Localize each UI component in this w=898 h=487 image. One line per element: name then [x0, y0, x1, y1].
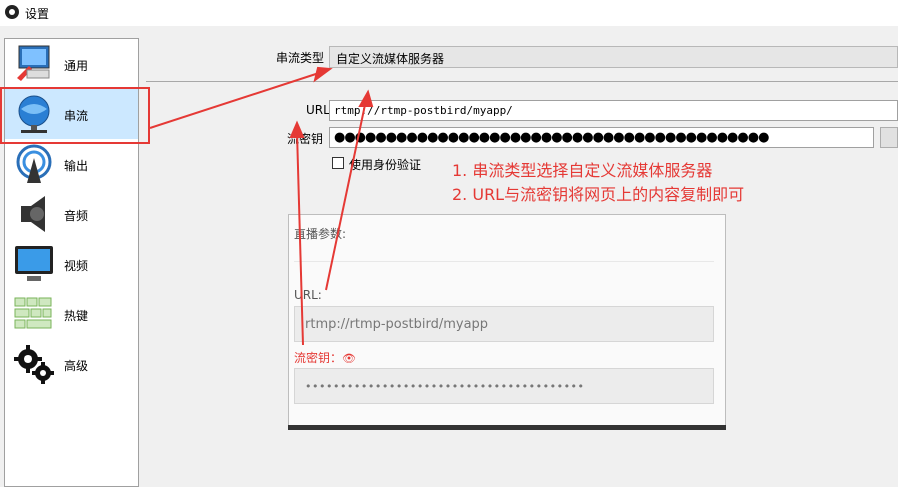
title-bar: 设置	[0, 0, 898, 26]
show-key-button[interactable]	[880, 127, 898, 148]
window-title: 设置	[25, 7, 50, 21]
sidebar-item-label: 视频	[64, 259, 89, 273]
card-url-field[interactable]: rtmp://rtmp-postbird/myapp	[294, 306, 714, 342]
obs-logo-icon	[5, 5, 19, 19]
sidebar-item-video[interactable]: 视频	[5, 239, 138, 289]
annotation-note-2: 2. URL与流密钥将网页上的内容复制即可	[452, 185, 745, 204]
url-label: URL	[306, 103, 330, 117]
section-divider	[146, 81, 898, 82]
stream-key-input[interactable]: ●●●●●●●●●●●●●●●●●●●●●●●●●●●●●●●●●●●●●●●●…	[329, 127, 874, 148]
stream-key-label: 流密钥	[287, 132, 324, 146]
arrow-head	[313, 66, 333, 83]
sidebar-item-advanced[interactable]: 高级	[5, 339, 138, 389]
stream-type-select[interactable]: 自定义流媒体服务器	[329, 46, 898, 68]
stream-type-label: 串流类型	[276, 51, 325, 65]
card-bottom-edge	[288, 425, 726, 430]
sidebar-item-hotkeys[interactable]: 热键	[5, 289, 138, 339]
monitor-checklist-icon	[17, 45, 50, 81]
card-key-label: 流密钥：👁	[294, 351, 356, 365]
card-title: 直播参数:	[294, 227, 347, 241]
sidebar-item-label: 音频	[64, 209, 89, 223]
keyboard-keys-icon	[14, 297, 52, 329]
display-icon	[15, 246, 53, 281]
use-auth-label: 使用身份验证	[349, 158, 422, 172]
url-input[interactable]: rtmp://rtmp-postbird/myapp/	[329, 100, 898, 121]
broadcast-antenna-icon	[16, 144, 52, 183]
annotation-note-1: 1. 串流类型选择自定义流媒体服务器	[452, 161, 713, 180]
sidebar-item-label: 输出	[64, 159, 89, 173]
sidebar-item-label: 高级	[64, 359, 89, 373]
sidebar-item-label: 热键	[64, 309, 89, 323]
eye-icon[interactable]: 👁	[342, 352, 356, 365]
card-key-field[interactable]: ••••••••••••••••••••••••••••••••••••••••	[294, 368, 714, 404]
sidebar-item-general[interactable]: 通用	[5, 39, 138, 89]
gears-icon	[14, 345, 54, 384]
speaker-icon	[21, 196, 45, 232]
card-url-label: URL:	[294, 288, 322, 302]
card-divider	[294, 261, 714, 262]
sidebar-item-label: 通用	[64, 59, 89, 73]
highlight-box-stream	[0, 87, 150, 144]
sidebar-item-audio[interactable]: 音频	[5, 189, 138, 239]
use-auth-checkbox[interactable]	[332, 157, 344, 169]
sidebar-item-output[interactable]: 输出	[5, 139, 138, 189]
